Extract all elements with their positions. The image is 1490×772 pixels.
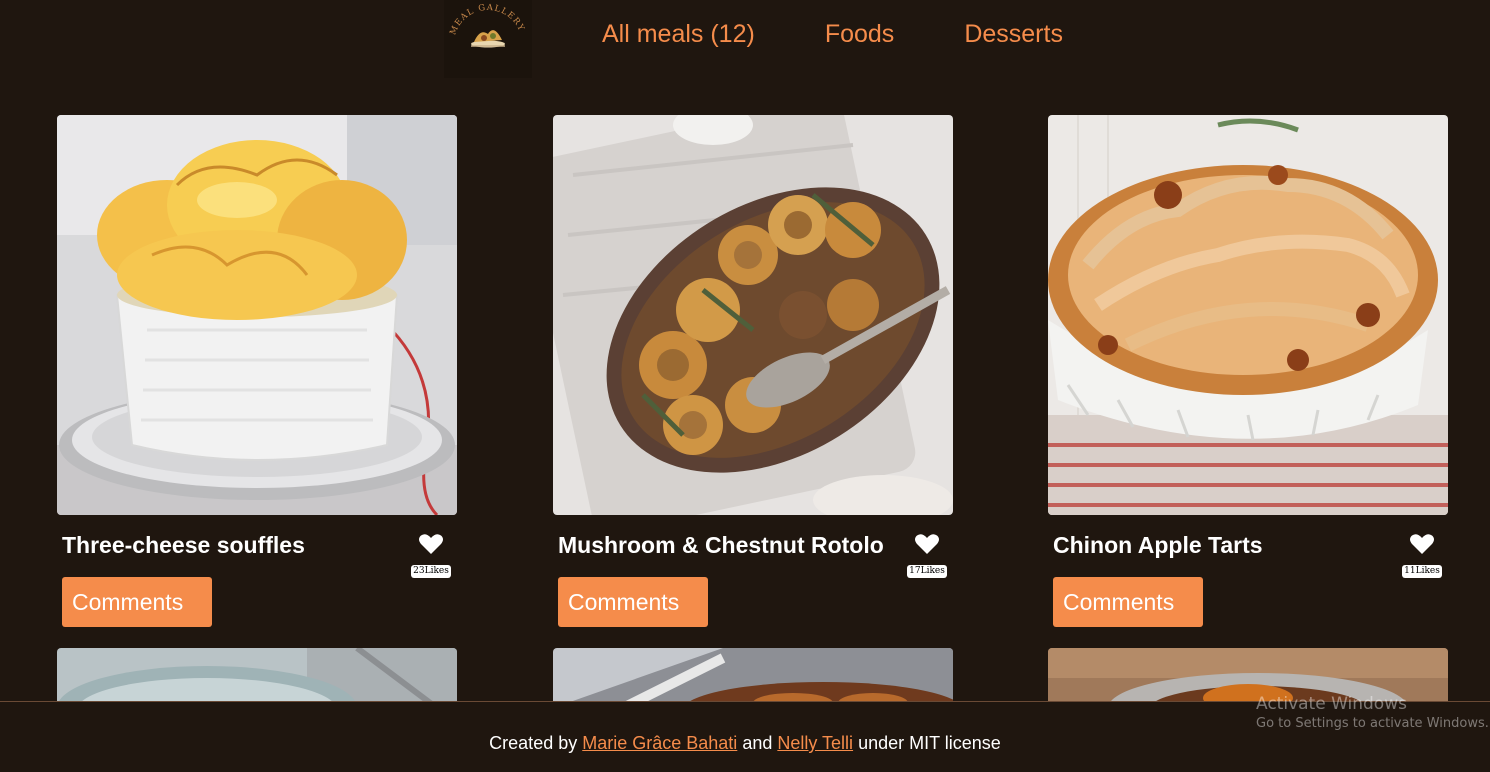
site-logo[interactable]: MEAL GALLERY [444,0,532,78]
footer-middle: and [737,733,778,753]
comments-button[interactable]: Comments [62,577,212,627]
nav-all-meals[interactable]: All meals (12) [602,20,755,49]
meal-card: Three-cheese souffles 23Likes Comments [57,115,457,627]
meal-image-partial [553,648,953,708]
comments-button[interactable]: Comments [1053,577,1203,627]
logo-text: MEAL GALLERY [448,3,525,37]
like-widget[interactable]: 23Likes [409,533,453,578]
author-link-nelly[interactable]: Nelly Telli [777,733,853,753]
meal-image-rotolo [553,115,953,515]
meal-title: Chinon Apple Tarts [1053,532,1263,558]
meal-image-souffle [57,115,457,515]
svg-text:MEAL GALLERY: MEAL GALLERY [448,3,526,37]
footer-credits: Created by Marie Grâce Bahati and Nelly … [0,733,1490,754]
watermark-subtitle: Go to Settings to activate Windows. [1256,716,1489,731]
likes-count: 23Likes [411,565,451,578]
like-widget[interactable]: 11Likes [1400,533,1444,578]
meal-title: Mushroom & Chestnut Rotolo [558,532,884,558]
footer-suffix: under MIT license [853,733,1001,753]
nav-desserts[interactable]: Desserts [964,20,1063,49]
nav-foods[interactable]: Foods [825,20,894,49]
activate-windows-watermark: Activate Windows Go to Settings to activ… [1256,694,1489,731]
meal-card: Mushroom & Chestnut Rotolo 17Likes Comme… [553,115,953,627]
heart-icon[interactable] [1409,533,1435,555]
author-link-marie[interactable]: Marie Grâce Bahati [582,733,737,753]
meal-card: Chinon Apple Tarts 11Likes Comments [1048,115,1448,627]
comments-button[interactable]: Comments [558,577,708,627]
likes-count: 11Likes [1402,565,1442,578]
watermark-title: Activate Windows [1256,694,1407,714]
meal-image-apple-tart [1048,115,1448,515]
meal-image-partial [57,648,457,708]
footer-prefix: Created by [489,733,583,753]
likes-count: 17Likes [907,565,947,578]
like-widget[interactable]: 17Likes [905,533,949,578]
heart-icon[interactable] [418,533,444,555]
heart-icon[interactable] [914,533,940,555]
meal-title: Three-cheese souffles [62,532,305,558]
main-nav: All meals (12) Foods Desserts [602,20,1063,49]
